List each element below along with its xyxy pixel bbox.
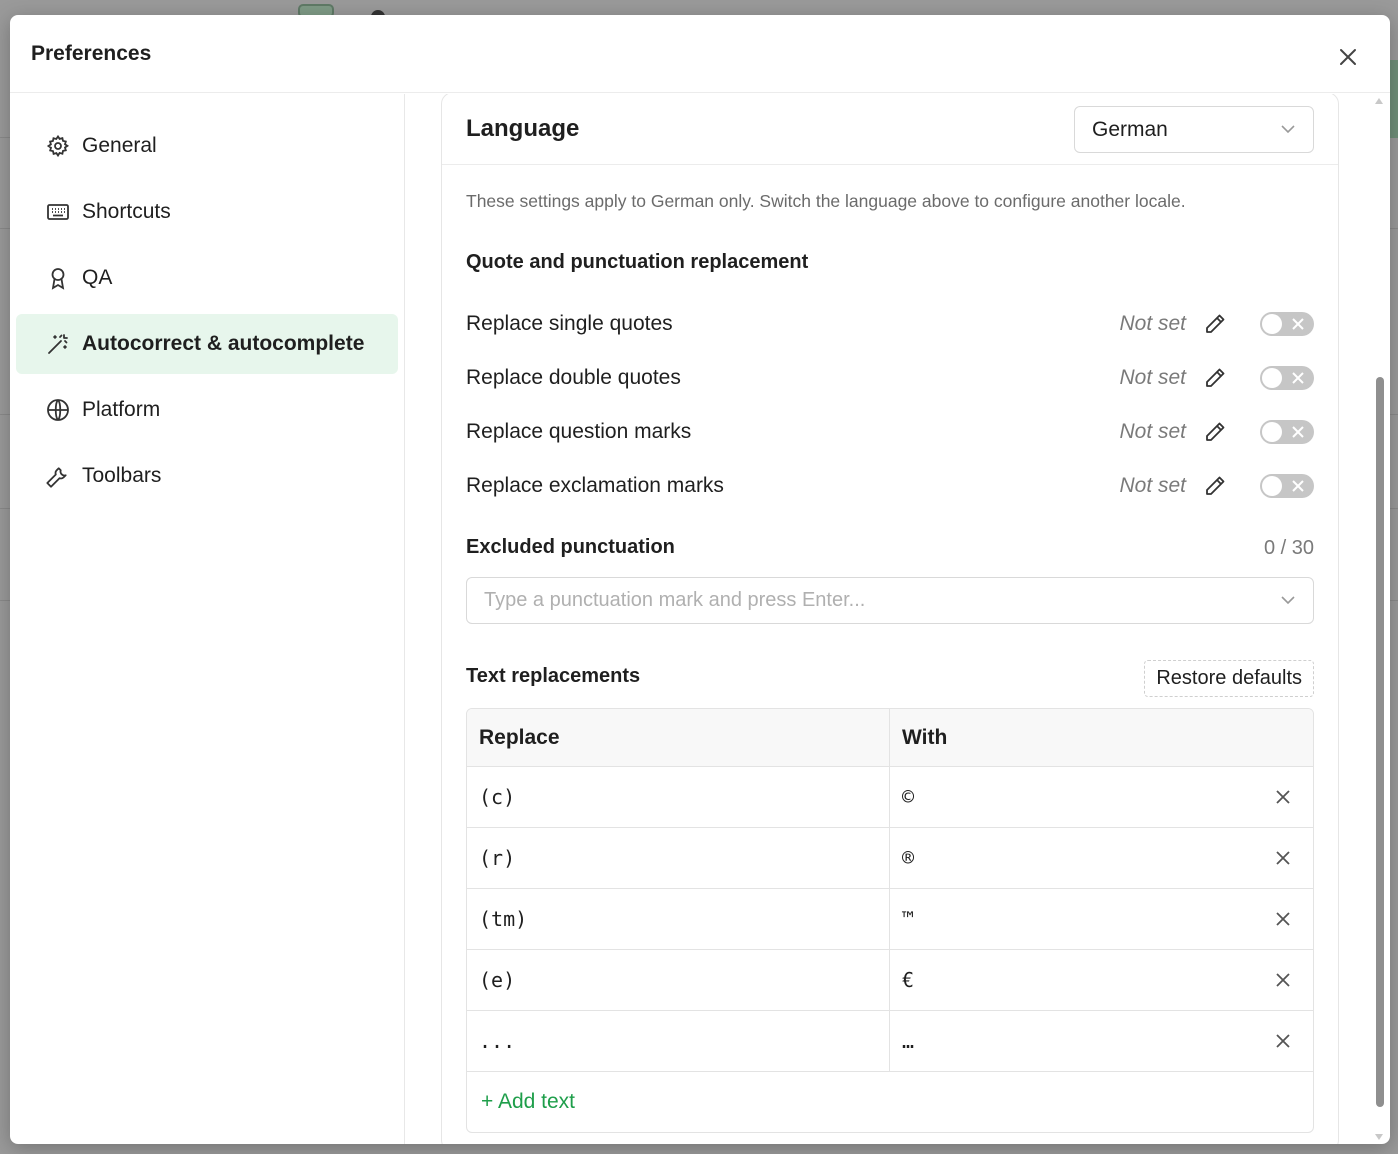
quote-row-label: Replace single quotes — [466, 312, 673, 335]
with-cell[interactable]: … — [890, 1011, 1313, 1071]
dialog-title: Preferences — [31, 42, 152, 65]
quote-row-value: Not set — [1119, 366, 1186, 389]
language-settings-card: Language German These settings apply to … — [441, 94, 1339, 1144]
language-select-value: German — [1092, 117, 1168, 141]
globe-icon — [46, 398, 70, 422]
with-value: ™ — [902, 907, 915, 931]
sidebar-item-label: Toolbars — [82, 464, 162, 487]
close-icon[interactable] — [1273, 1031, 1293, 1051]
scroll-up-arrow[interactable] — [1375, 98, 1383, 104]
with-cell[interactable]: © — [890, 767, 1313, 827]
award-icon — [46, 266, 70, 290]
replace-cell[interactable]: (tm) — [467, 889, 890, 949]
with-value: © — [902, 785, 915, 809]
close-icon[interactable] — [1273, 787, 1293, 807]
column-header-with: With — [902, 725, 948, 749]
quote-row-single: Replace single quotes Not set — [466, 306, 1314, 342]
toggle-switch[interactable] — [1260, 366, 1314, 390]
with-cell[interactable]: ® — [890, 828, 1313, 888]
excluded-punctuation-placeholder: Type a punctuation mark and press Enter.… — [484, 589, 866, 611]
table-row: (e) € — [467, 950, 1313, 1011]
sidebar-item-label: Autocorrect & autocomplete — [82, 332, 365, 355]
sidebar-item-general[interactable]: General — [16, 116, 398, 176]
chevron-down-icon — [1281, 125, 1295, 134]
quote-row-value: Not set — [1119, 474, 1186, 497]
close-icon[interactable] — [1273, 909, 1293, 929]
sidebar-item-label: Shortcuts — [82, 200, 171, 223]
scrollbar-thumb[interactable] — [1376, 377, 1384, 1107]
magic-wand-icon — [46, 332, 70, 356]
excluded-section-title: Excluded punctuation — [466, 536, 675, 558]
quote-row-label: Replace double quotes — [466, 366, 681, 389]
excluded-count: 0 / 30 — [1263, 537, 1314, 559]
gear-icon — [46, 134, 70, 158]
quote-row-label: Replace question marks — [466, 420, 692, 443]
sidebar-item-label: General — [82, 134, 157, 157]
quote-row-label: Replace exclamation marks — [466, 474, 724, 497]
quote-row-value: Not set — [1119, 420, 1186, 443]
toggle-switch[interactable] — [1260, 474, 1314, 498]
table-row: (c) © — [467, 767, 1313, 828]
close-icon — [1340, 49, 1356, 65]
wrench-icon — [46, 464, 70, 488]
restore-defaults-button[interactable]: Restore defaults — [1144, 660, 1314, 697]
toggle-switch[interactable] — [1260, 312, 1314, 336]
language-select[interactable]: German — [1074, 106, 1314, 153]
sidebar-item-shortcuts[interactable]: Shortcuts — [16, 182, 398, 242]
close-button[interactable] — [1336, 45, 1360, 69]
background-panel — [1390, 60, 1398, 138]
add-text-button[interactable]: + Add text — [467, 1072, 1313, 1132]
pencil-icon[interactable] — [1202, 311, 1228, 337]
with-cell[interactable]: € — [890, 950, 1313, 1010]
quotes-section-title: Quote and punctuation replacement — [466, 251, 809, 273]
quote-row-exclamation: Replace exclamation marks Not set — [466, 468, 1314, 504]
pencil-icon[interactable] — [1202, 365, 1228, 391]
replace-cell[interactable]: (e) — [467, 950, 890, 1010]
close-icon[interactable] — [1273, 970, 1293, 990]
language-header: Language German — [442, 94, 1338, 165]
replacements-table: Replace With (c) © (r) ® (tm) ™ (e) € ..… — [466, 708, 1314, 1133]
pencil-icon[interactable] — [1202, 419, 1228, 445]
table-row: (tm) ™ — [467, 889, 1313, 950]
keyboard-icon — [46, 200, 70, 224]
scrollbar[interactable] — [1375, 94, 1387, 1144]
sidebar-item-label: Platform — [82, 398, 161, 421]
replace-cell[interactable]: ... — [467, 1011, 890, 1071]
replacements-section-title: Text replacements — [466, 665, 641, 687]
preferences-dialog: Preferences General Shortcuts QA Autocor… — [10, 15, 1390, 1144]
sidebar-item-label: QA — [82, 266, 113, 289]
with-cell[interactable]: ™ — [890, 889, 1313, 949]
column-header-replace: Replace — [467, 709, 890, 766]
with-value: ® — [902, 846, 915, 870]
sidebar-item-autocorrect[interactable]: Autocorrect & autocomplete — [16, 314, 398, 374]
excluded-punctuation-input[interactable]: Type a punctuation mark and press Enter.… — [466, 577, 1314, 624]
scroll-down-arrow[interactable] — [1375, 1134, 1383, 1140]
chevron-down-icon — [1281, 596, 1295, 605]
table-row: (r) ® — [467, 828, 1313, 889]
with-value: € — [902, 968, 915, 992]
sidebar-item-qa[interactable]: QA — [16, 248, 398, 308]
sidebar-item-toolbars[interactable]: Toolbars — [16, 446, 398, 506]
table-row: ... … — [467, 1011, 1313, 1072]
replace-cell[interactable]: (c) — [467, 767, 890, 827]
with-value: … — [902, 1029, 915, 1053]
language-hint: These settings apply to German only. Swi… — [466, 191, 1186, 211]
replace-cell[interactable]: (r) — [467, 828, 890, 888]
quote-row-double: Replace double quotes Not set — [466, 360, 1314, 396]
pencil-icon[interactable] — [1202, 473, 1228, 499]
preferences-sidebar: General Shortcuts QA Autocorrect & autoc… — [10, 94, 405, 1144]
close-icon[interactable] — [1273, 848, 1293, 868]
language-title: Language — [466, 115, 580, 142]
preferences-content: Language German These settings apply to … — [406, 94, 1390, 1144]
dialog-header: Preferences — [10, 15, 1390, 93]
sidebar-item-platform[interactable]: Platform — [16, 380, 398, 440]
table-header: Replace With — [467, 709, 1313, 767]
quote-row-question: Replace question marks Not set — [466, 414, 1314, 450]
quote-row-value: Not set — [1119, 312, 1186, 335]
toggle-switch[interactable] — [1260, 420, 1314, 444]
